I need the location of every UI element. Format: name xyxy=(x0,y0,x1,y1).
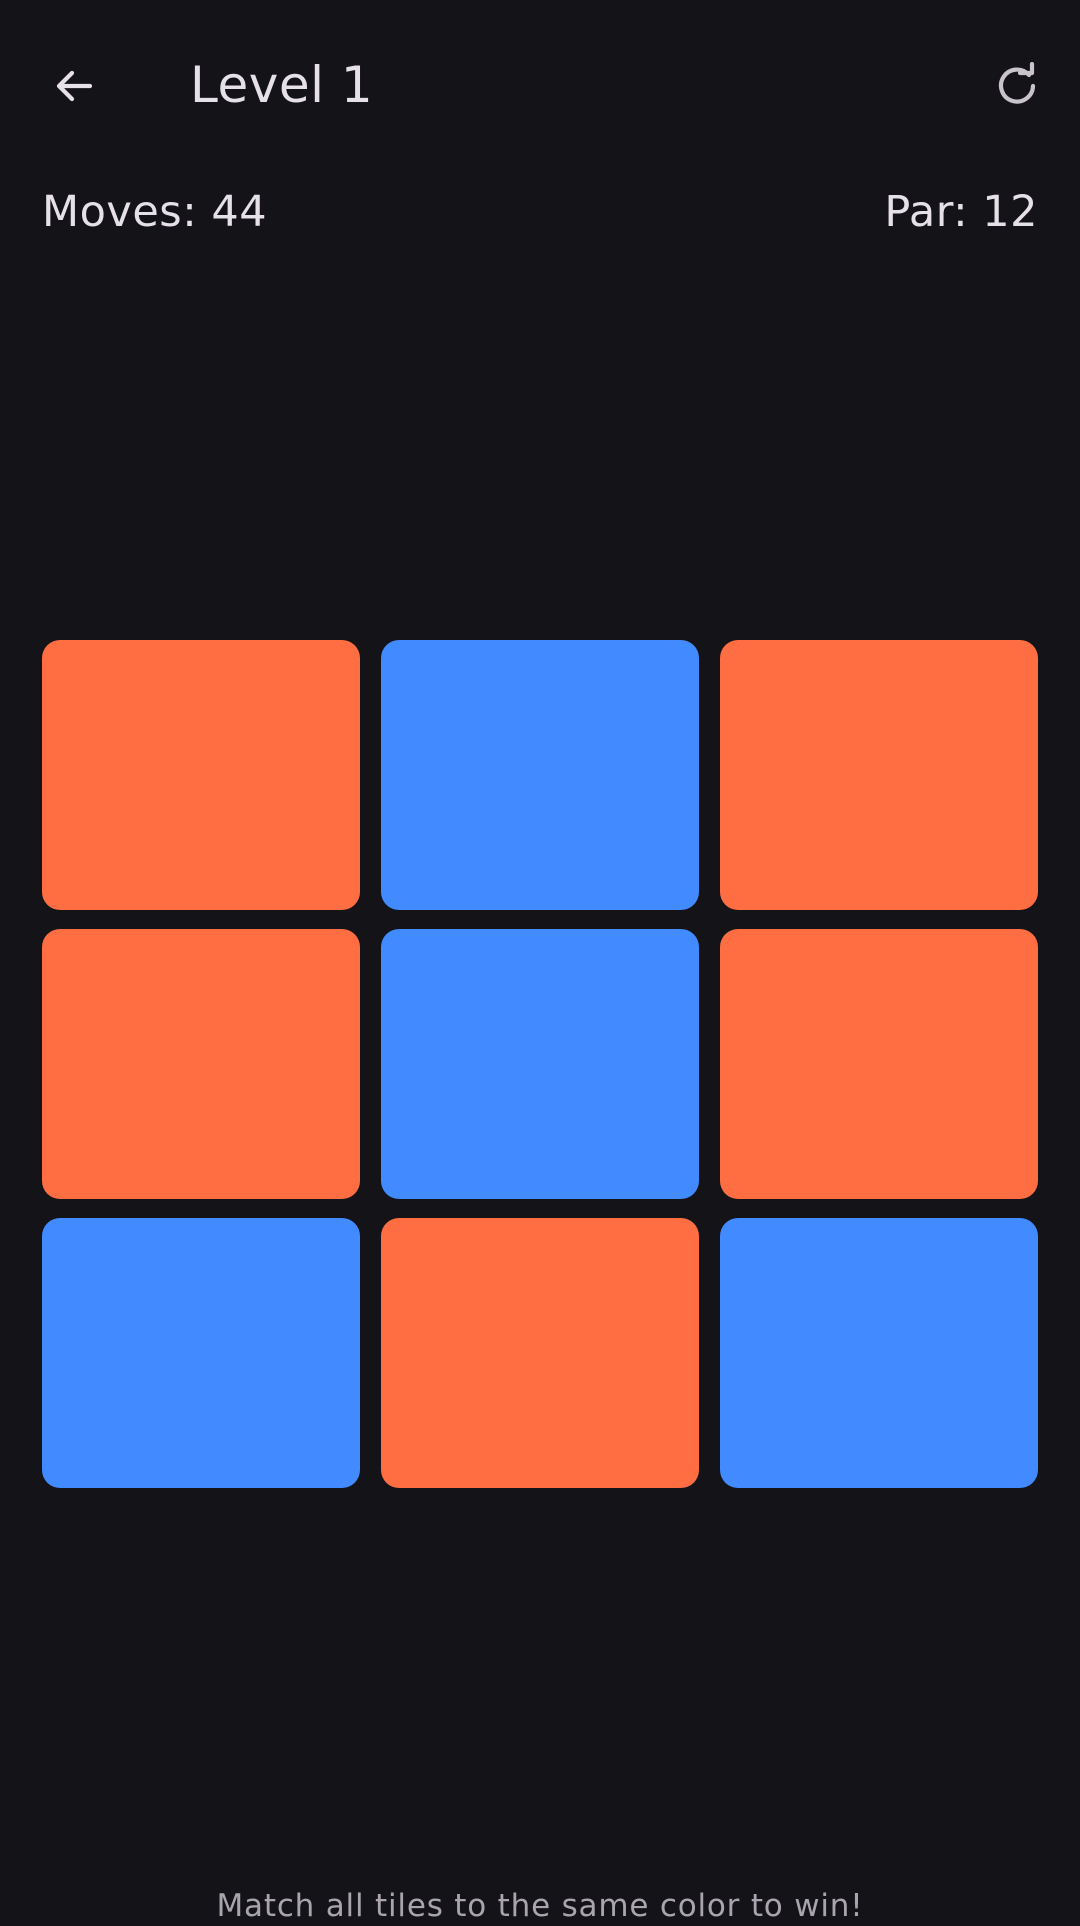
arrow-left-icon xyxy=(56,70,93,102)
tile-orange[interactable] xyxy=(720,640,1038,910)
restart-button[interactable] xyxy=(969,38,1065,134)
par-counter: Par: 12 xyxy=(884,187,1038,237)
tile-orange[interactable] xyxy=(42,929,360,1199)
tile-orange[interactable] xyxy=(381,1218,699,1488)
tile-blue[interactable] xyxy=(42,1218,360,1488)
tile-orange[interactable] xyxy=(720,929,1038,1199)
tile-blue[interactable] xyxy=(381,640,699,910)
app-bar: Level 1 xyxy=(0,0,1080,172)
tile-orange[interactable] xyxy=(42,640,360,910)
tile-blue[interactable] xyxy=(720,1218,1038,1488)
tile-board xyxy=(42,640,1038,1488)
refresh-icon xyxy=(998,62,1036,104)
stats-row: Moves: 44 Par: 12 xyxy=(42,180,1038,244)
page-title: Level 1 xyxy=(190,56,374,114)
moves-counter: Moves: 44 xyxy=(42,187,268,237)
back-button[interactable] xyxy=(26,38,122,134)
tile-blue[interactable] xyxy=(381,929,699,1199)
hint-text: Match all tiles to the same color to win… xyxy=(216,1888,864,1924)
